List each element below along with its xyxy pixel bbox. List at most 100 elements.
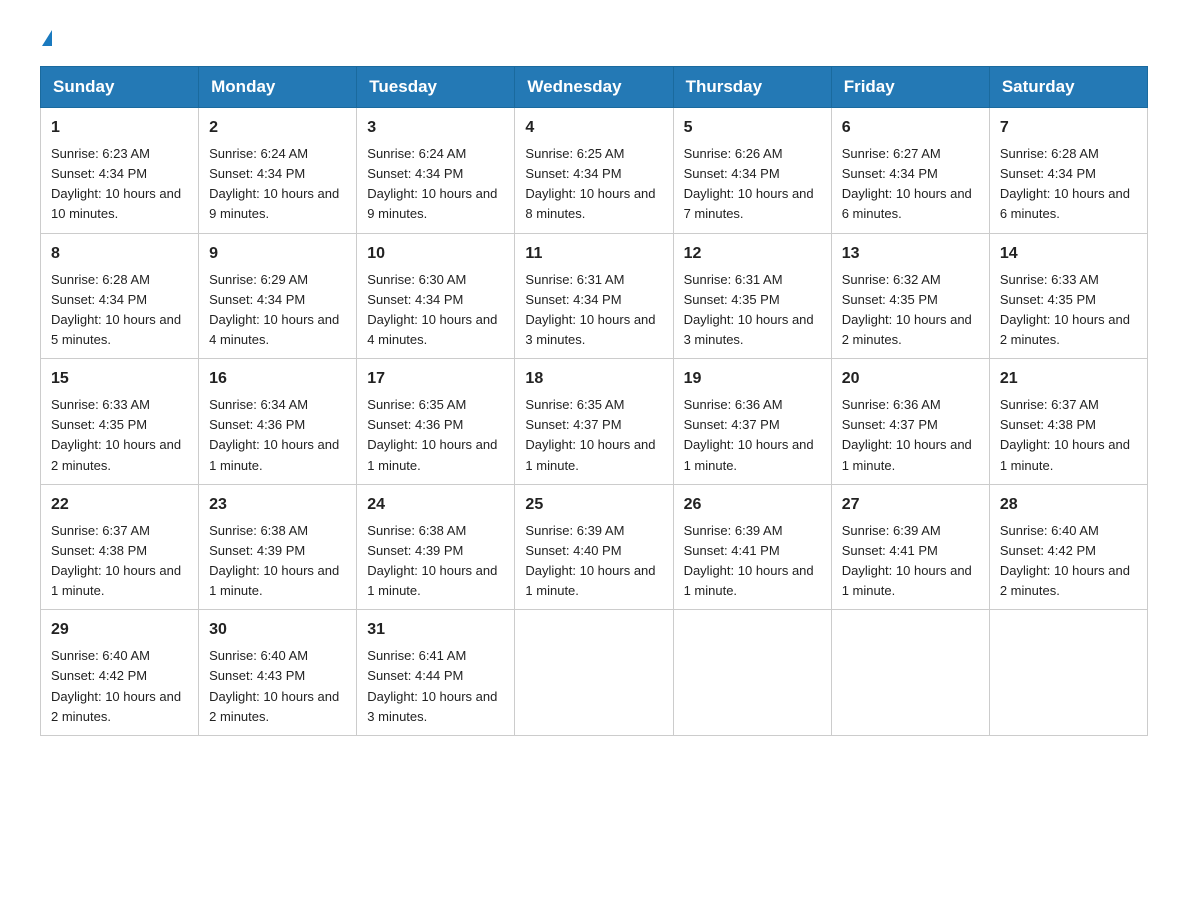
- calendar-day-cell: 23 Sunrise: 6:38 AMSunset: 4:39 PMDaylig…: [199, 484, 357, 610]
- day-info: Sunrise: 6:32 AMSunset: 4:35 PMDaylight:…: [842, 272, 972, 347]
- calendar-table: Sunday Monday Tuesday Wednesday Thursday…: [40, 66, 1148, 736]
- header-friday: Friday: [831, 67, 989, 108]
- calendar-day-cell: 24 Sunrise: 6:38 AMSunset: 4:39 PMDaylig…: [357, 484, 515, 610]
- day-number: 23: [209, 493, 346, 517]
- calendar-day-cell: 27 Sunrise: 6:39 AMSunset: 4:41 PMDaylig…: [831, 484, 989, 610]
- calendar-day-cell: 16 Sunrise: 6:34 AMSunset: 4:36 PMDaylig…: [199, 359, 357, 485]
- day-number: 20: [842, 367, 979, 391]
- day-number: 10: [367, 242, 504, 266]
- day-info: Sunrise: 6:41 AMSunset: 4:44 PMDaylight:…: [367, 648, 497, 723]
- day-number: 13: [842, 242, 979, 266]
- calendar-day-cell: 25 Sunrise: 6:39 AMSunset: 4:40 PMDaylig…: [515, 484, 673, 610]
- calendar-day-cell: 8 Sunrise: 6:28 AMSunset: 4:34 PMDayligh…: [41, 233, 199, 359]
- calendar-day-cell: 22 Sunrise: 6:37 AMSunset: 4:38 PMDaylig…: [41, 484, 199, 610]
- day-info: Sunrise: 6:25 AMSunset: 4:34 PMDaylight:…: [525, 146, 655, 221]
- day-info: Sunrise: 6:31 AMSunset: 4:35 PMDaylight:…: [684, 272, 814, 347]
- day-info: Sunrise: 6:23 AMSunset: 4:34 PMDaylight:…: [51, 146, 181, 221]
- page-header: [40, 30, 1148, 46]
- calendar-day-cell: 31 Sunrise: 6:41 AMSunset: 4:44 PMDaylig…: [357, 610, 515, 736]
- calendar-day-cell: 1 Sunrise: 6:23 AMSunset: 4:34 PMDayligh…: [41, 108, 199, 234]
- calendar-day-cell: 9 Sunrise: 6:29 AMSunset: 4:34 PMDayligh…: [199, 233, 357, 359]
- day-number: 3: [367, 116, 504, 140]
- day-info: Sunrise: 6:38 AMSunset: 4:39 PMDaylight:…: [367, 523, 497, 598]
- day-info: Sunrise: 6:27 AMSunset: 4:34 PMDaylight:…: [842, 146, 972, 221]
- day-number: 22: [51, 493, 188, 517]
- day-number: 4: [525, 116, 662, 140]
- day-info: Sunrise: 6:40 AMSunset: 4:42 PMDaylight:…: [1000, 523, 1130, 598]
- day-info: Sunrise: 6:31 AMSunset: 4:34 PMDaylight:…: [525, 272, 655, 347]
- day-number: 16: [209, 367, 346, 391]
- day-info: Sunrise: 6:39 AMSunset: 4:40 PMDaylight:…: [525, 523, 655, 598]
- calendar-day-cell: 18 Sunrise: 6:35 AMSunset: 4:37 PMDaylig…: [515, 359, 673, 485]
- day-number: 8: [51, 242, 188, 266]
- day-info: Sunrise: 6:29 AMSunset: 4:34 PMDaylight:…: [209, 272, 339, 347]
- calendar-day-cell: 14 Sunrise: 6:33 AMSunset: 4:35 PMDaylig…: [989, 233, 1147, 359]
- day-info: Sunrise: 6:24 AMSunset: 4:34 PMDaylight:…: [209, 146, 339, 221]
- calendar-day-cell: 17 Sunrise: 6:35 AMSunset: 4:36 PMDaylig…: [357, 359, 515, 485]
- calendar-day-cell: 15 Sunrise: 6:33 AMSunset: 4:35 PMDaylig…: [41, 359, 199, 485]
- day-number: 30: [209, 618, 346, 642]
- day-info: Sunrise: 6:33 AMSunset: 4:35 PMDaylight:…: [51, 397, 181, 472]
- calendar-week-row: 15 Sunrise: 6:33 AMSunset: 4:35 PMDaylig…: [41, 359, 1148, 485]
- calendar-day-cell: 19 Sunrise: 6:36 AMSunset: 4:37 PMDaylig…: [673, 359, 831, 485]
- header-saturday: Saturday: [989, 67, 1147, 108]
- calendar-day-cell: 29 Sunrise: 6:40 AMSunset: 4:42 PMDaylig…: [41, 610, 199, 736]
- day-info: Sunrise: 6:36 AMSunset: 4:37 PMDaylight:…: [684, 397, 814, 472]
- day-info: Sunrise: 6:28 AMSunset: 4:34 PMDaylight:…: [1000, 146, 1130, 221]
- calendar-day-cell: 12 Sunrise: 6:31 AMSunset: 4:35 PMDaylig…: [673, 233, 831, 359]
- day-info: Sunrise: 6:35 AMSunset: 4:36 PMDaylight:…: [367, 397, 497, 472]
- header-monday: Monday: [199, 67, 357, 108]
- header-tuesday: Tuesday: [357, 67, 515, 108]
- calendar-day-cell: 5 Sunrise: 6:26 AMSunset: 4:34 PMDayligh…: [673, 108, 831, 234]
- calendar-week-row: 8 Sunrise: 6:28 AMSunset: 4:34 PMDayligh…: [41, 233, 1148, 359]
- calendar-day-cell: [831, 610, 989, 736]
- day-number: 15: [51, 367, 188, 391]
- calendar-week-row: 22 Sunrise: 6:37 AMSunset: 4:38 PMDaylig…: [41, 484, 1148, 610]
- day-number: 17: [367, 367, 504, 391]
- calendar-day-cell: 3 Sunrise: 6:24 AMSunset: 4:34 PMDayligh…: [357, 108, 515, 234]
- calendar-day-cell: 26 Sunrise: 6:39 AMSunset: 4:41 PMDaylig…: [673, 484, 831, 610]
- day-number: 12: [684, 242, 821, 266]
- day-info: Sunrise: 6:37 AMSunset: 4:38 PMDaylight:…: [51, 523, 181, 598]
- day-info: Sunrise: 6:26 AMSunset: 4:34 PMDaylight:…: [684, 146, 814, 221]
- day-number: 27: [842, 493, 979, 517]
- logo: [40, 30, 52, 46]
- day-number: 5: [684, 116, 821, 140]
- day-number: 7: [1000, 116, 1137, 140]
- calendar-body: 1 Sunrise: 6:23 AMSunset: 4:34 PMDayligh…: [41, 108, 1148, 736]
- calendar-day-cell: 10 Sunrise: 6:30 AMSunset: 4:34 PMDaylig…: [357, 233, 515, 359]
- weekday-header-row: Sunday Monday Tuesday Wednesday Thursday…: [41, 67, 1148, 108]
- day-info: Sunrise: 6:37 AMSunset: 4:38 PMDaylight:…: [1000, 397, 1130, 472]
- day-number: 31: [367, 618, 504, 642]
- calendar-day-cell: 11 Sunrise: 6:31 AMSunset: 4:34 PMDaylig…: [515, 233, 673, 359]
- calendar-day-cell: 6 Sunrise: 6:27 AMSunset: 4:34 PMDayligh…: [831, 108, 989, 234]
- day-number: 25: [525, 493, 662, 517]
- day-info: Sunrise: 6:40 AMSunset: 4:43 PMDaylight:…: [209, 648, 339, 723]
- day-info: Sunrise: 6:40 AMSunset: 4:42 PMDaylight:…: [51, 648, 181, 723]
- header-sunday: Sunday: [41, 67, 199, 108]
- day-number: 19: [684, 367, 821, 391]
- day-number: 11: [525, 242, 662, 266]
- calendar-day-cell: 4 Sunrise: 6:25 AMSunset: 4:34 PMDayligh…: [515, 108, 673, 234]
- day-number: 1: [51, 116, 188, 140]
- calendar-day-cell: 13 Sunrise: 6:32 AMSunset: 4:35 PMDaylig…: [831, 233, 989, 359]
- day-info: Sunrise: 6:30 AMSunset: 4:34 PMDaylight:…: [367, 272, 497, 347]
- day-number: 24: [367, 493, 504, 517]
- calendar-week-row: 1 Sunrise: 6:23 AMSunset: 4:34 PMDayligh…: [41, 108, 1148, 234]
- day-info: Sunrise: 6:36 AMSunset: 4:37 PMDaylight:…: [842, 397, 972, 472]
- logo-triangle-icon: [42, 30, 52, 46]
- calendar-day-cell: 30 Sunrise: 6:40 AMSunset: 4:43 PMDaylig…: [199, 610, 357, 736]
- calendar-day-cell: 21 Sunrise: 6:37 AMSunset: 4:38 PMDaylig…: [989, 359, 1147, 485]
- day-number: 14: [1000, 242, 1137, 266]
- day-number: 6: [842, 116, 979, 140]
- day-number: 28: [1000, 493, 1137, 517]
- day-info: Sunrise: 6:38 AMSunset: 4:39 PMDaylight:…: [209, 523, 339, 598]
- day-info: Sunrise: 6:39 AMSunset: 4:41 PMDaylight:…: [684, 523, 814, 598]
- calendar-day-cell: [989, 610, 1147, 736]
- day-number: 26: [684, 493, 821, 517]
- day-number: 18: [525, 367, 662, 391]
- day-info: Sunrise: 6:24 AMSunset: 4:34 PMDaylight:…: [367, 146, 497, 221]
- day-info: Sunrise: 6:34 AMSunset: 4:36 PMDaylight:…: [209, 397, 339, 472]
- calendar-week-row: 29 Sunrise: 6:40 AMSunset: 4:42 PMDaylig…: [41, 610, 1148, 736]
- calendar-day-cell: 7 Sunrise: 6:28 AMSunset: 4:34 PMDayligh…: [989, 108, 1147, 234]
